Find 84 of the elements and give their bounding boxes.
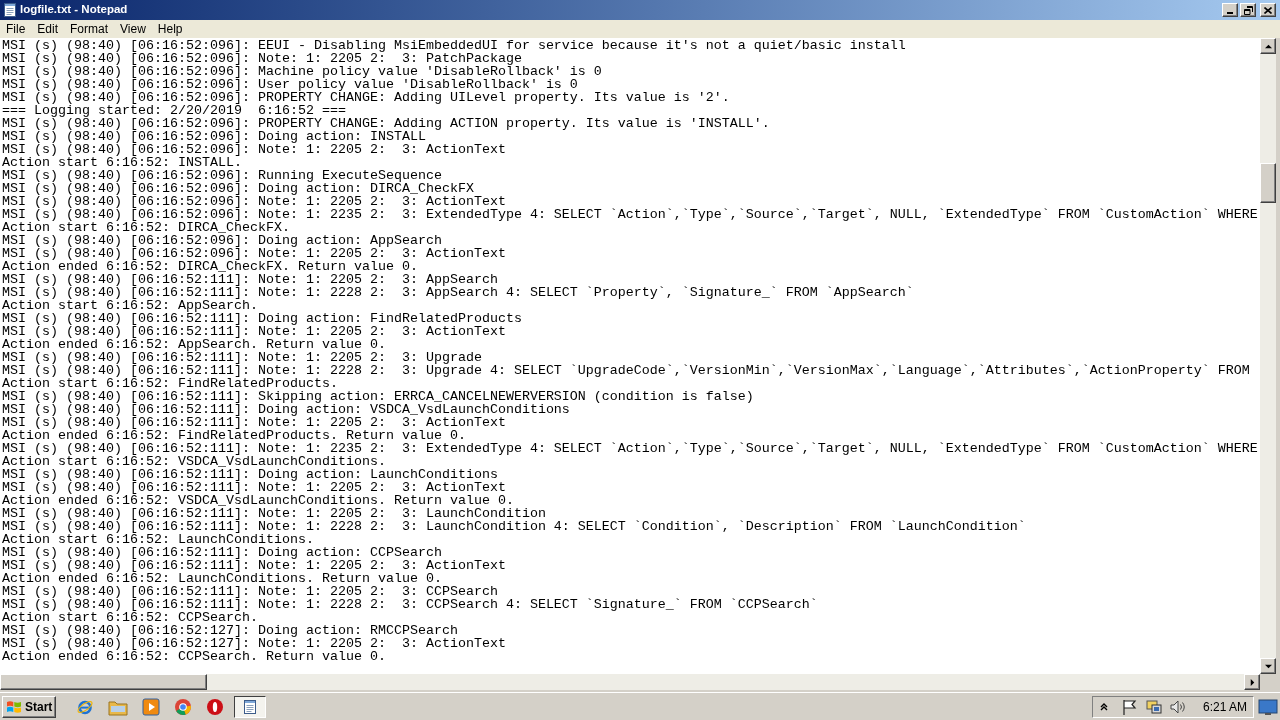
log-line: Action start 6:16:52: LaunchConditions.	[2, 533, 314, 546]
log-line: MSI (s) (98:40) [06:16:52:111]: Note: 1: 2228 2: 3: AppSearch 4: SELECT `Property`, `Signature_` FROM `AppSearch`	[2, 286, 914, 299]
log-line: MSI (s) (98:40) [06:16:52:096]: Note: 1: 2205 2: 3: PatchPackage	[2, 52, 522, 65]
menu-item[interactable]: File	[0, 21, 32, 37]
log-line: === Logging started: 2/20/2019 6:16:52 ===	[2, 104, 346, 117]
log-line: MSI (s) (98:40) [06:16:52:096]: Note: 1: 2205 2: 3: ActionText	[2, 143, 506, 156]
log-line: MSI (s) (98:40) [06:16:52:111]: Doing action: FindRelatedProducts	[2, 312, 522, 325]
log-line: MSI (s) (98:40) [06:16:52:111]: Note: 1: 2235 2: 3: ExtendedType 4: SELECT `Action`,`Type`,`Source`,`Target`, NULL, `ExtendedType` FROM `CustomAction` WHERE	[2, 442, 1258, 455]
log-line: Action start 6:16:52: DIRCA_CheckFX.	[2, 221, 290, 234]
right-triangle-icon	[1248, 678, 1256, 686]
windows-flag-icon	[6, 698, 22, 715]
menu-item[interactable]: Edit	[31, 21, 65, 37]
log-line: MSI (s) (98:40) [06:16:52:111]: Note: 1: 2205 2: 3: ActionText	[2, 481, 506, 494]
log-line: MSI (s) (98:40) [06:16:52:096]: Doing action: AppSearch	[2, 234, 442, 247]
flag-icon[interactable]	[1120, 697, 1139, 716]
log-line: Action ended 6:16:52: LaunchConditions. Return value 0.	[2, 572, 442, 585]
log-line: MSI (s) (98:40) [06:16:52:127]: Doing action: RMCCPSearch	[2, 624, 458, 637]
log-line: MSI (s) (98:40) [06:16:52:111]: Note: 1: 2205 2: 3: ActionText	[2, 559, 506, 572]
minimize-button[interactable]	[1222, 3, 1238, 17]
computer-icon[interactable]	[1144, 697, 1163, 716]
notepad-icon	[242, 698, 259, 715]
scrollbar-thumb[interactable]	[0, 674, 207, 690]
monitor-icon[interactable]	[1258, 697, 1278, 716]
close-button[interactable]	[1260, 3, 1276, 17]
log-line: MSI (s) (98:40) [06:16:52:111]: Doing action: LaunchConditions	[2, 468, 498, 481]
log-line: MSI (s) (98:40) [06:16:52:111]: Note: 1: 2205 2: 3: ActionText	[2, 416, 506, 429]
scrollbar-thumb[interactable]	[1260, 163, 1276, 203]
log-line: Action ended 6:16:52: DIRCA_CheckFX. Return value 0.	[2, 260, 418, 273]
log-line: MSI (s) (98:40) [06:16:52:096]: PROPERTY CHANGE: Adding UILevel property. Its value is '2'.	[2, 91, 730, 104]
scroll-up-button[interactable]	[1260, 38, 1276, 54]
horizontal-scrollbar[interactable]	[0, 674, 1260, 690]
window-title: logfile.txt - Notepad	[20, 2, 128, 18]
ring-icon[interactable]	[206, 697, 225, 716]
log-line: Action start 6:16:52: INSTALL.	[2, 156, 242, 169]
log-line: Action ended 6:16:52: FindRelatedProducts. Return value 0.	[2, 429, 466, 442]
menu-item[interactable]: View	[114, 21, 152, 37]
log-line: Action start 6:16:52: FindRelatedProducts.	[2, 377, 338, 390]
log-line: MSI (s) (98:40) [06:16:52:096]: Doing action: DIRCA_CheckFX	[2, 182, 474, 195]
log-line: MSI (s) (98:40) [06:16:52:096]: Machine policy value 'DisableRollback' is 0	[2, 65, 602, 78]
log-line: Action ended 6:16:52: AppSearch. Return value 0.	[2, 338, 386, 351]
log-line: MSI (s) (98:40) [06:16:52:096]: Running ExecuteSequence	[2, 169, 442, 182]
notepad-icon	[2, 2, 18, 18]
chevron-up-icon[interactable]	[1098, 701, 1109, 712]
close-icon	[1264, 6, 1272, 14]
log-line: Action start 6:16:52: AppSearch.	[2, 299, 258, 312]
down-triangle-icon	[1264, 662, 1272, 670]
log-line: MSI (s) (98:40) [06:16:52:111]: Note: 1: 2205 2: 3: Upgrade	[2, 351, 482, 364]
restore-icon	[1243, 5, 1253, 15]
vertical-scrollbar[interactable]	[1260, 38, 1276, 674]
log-line: MSI (s) (98:40) [06:16:52:096]: PROPERTY CHANGE: Adding ACTION property. Its value is 'INSTALL'.	[2, 117, 770, 130]
menu-item[interactable]: Format	[64, 21, 115, 37]
log-line: MSI (s) (98:40) [06:16:52:096]: Note: 1: 2205 2: 3: ActionText	[2, 195, 506, 208]
restore-button[interactable]	[1240, 3, 1256, 17]
log-line: MSI (s) (98:40) [06:16:52:111]: Note: 1: 2205 2: 3: CCPSearch	[2, 585, 498, 598]
segmented-circle-icon[interactable]	[174, 697, 193, 716]
log-line: MSI (s) (98:40) [06:16:52:096]: Note: 1: 2235 2: 3: ExtendedType 4: SELECT `Action`,`Type`,`Source`,`Target`, NULL, `ExtendedType` FROM `CustomAction` WHERE	[2, 208, 1258, 221]
log-line: MSI (s) (98:40) [06:16:52:111]: Doing action: VSDCA_VsdLaunchConditions	[2, 403, 570, 416]
log-line: MSI (s) (98:40) [06:16:52:096]: EEUI - Disabling MsiEmbeddedUI for service because it's not a quiet/basic install	[2, 39, 906, 52]
log-line: MSI (s) (98:40) [06:16:52:111]: Note: 1: 2205 2: 3: ActionText	[2, 325, 506, 338]
log-line: MSI (s) (98:40) [06:16:52:096]: User policy value 'DisableRollback' is 0	[2, 78, 578, 91]
minimize-icon	[1227, 12, 1233, 14]
scroll-down-button[interactable]	[1260, 658, 1276, 674]
clock-text: 6:21 AM	[1202, 698, 1247, 716]
log-line: MSI (s) (98:40) [06:16:52:096]: Note: 1: 2205 2: 3: ActionText	[2, 247, 506, 260]
taskbar-button[interactable]	[234, 695, 267, 718]
log-line: MSI (s) (98:40) [06:16:52:111]: Note: 1: 2205 2: 3: AppSearch	[2, 273, 498, 286]
log-line: MSI (s) (98:40) [06:16:52:111]: Note: 1: 2228 2: 3: CCPSearch 4: SELECT `Signature_` FROM `CCPSearch`	[2, 598, 818, 611]
text-area[interactable]	[0, 38, 1260, 674]
log-line: Action start 6:16:52: CCPSearch.	[2, 611, 258, 624]
log-line: MSI (s) (98:40) [06:16:52:111]: Note: 1: 2205 2: 3: LaunchCondition	[2, 507, 546, 520]
start-button[interactable]: Start	[2, 695, 57, 718]
log-line: Action ended 6:16:52: CCPSearch. Return value 0.	[2, 650, 386, 663]
menu-item[interactable]: Help	[151, 21, 189, 37]
log-line: MSI (s) (98:40) [06:16:52:127]: Note: 1: 2205 2: 3: ActionText	[2, 637, 506, 650]
log-line: Action start 6:16:52: VSDCA_VsdLaunchConditions.	[2, 455, 386, 468]
up-triangle-icon	[1264, 42, 1272, 50]
log-line: MSI (s) (98:40) [06:16:52:111]: Note: 1: 2228 2: 3: LaunchCondition 4: SELECT `Condition`, `Description` FROM `LaunchCondition`	[2, 520, 1026, 533]
scroll-right-button[interactable]	[1244, 674, 1260, 690]
log-line: MSI (s) (98:40) [06:16:52:111]: Skipping action: ERRCA_CANCELNEWERVERSION (condition is false)	[2, 390, 754, 403]
log-line: MSI (s) (98:40) [06:16:52:111]: Doing action: CCPSearch	[2, 546, 442, 559]
log-line: MSI (s) (98:40) [06:16:52:096]: Doing action: INSTALL	[2, 130, 426, 143]
play-icon[interactable]	[142, 697, 161, 716]
log-line: Action ended 6:16:52: VSDCA_VsdLaunchConditions. Return value 0.	[2, 494, 514, 507]
log-line: MSI (s) (98:40) [06:16:52:111]: Note: 1: 2228 2: 3: Upgrade 4: SELECT `UpgradeCode`,`VersionMin`,`VersionMax`,`Language`,`Attributes`,`ActionProperty` FROM	[2, 364, 1250, 377]
